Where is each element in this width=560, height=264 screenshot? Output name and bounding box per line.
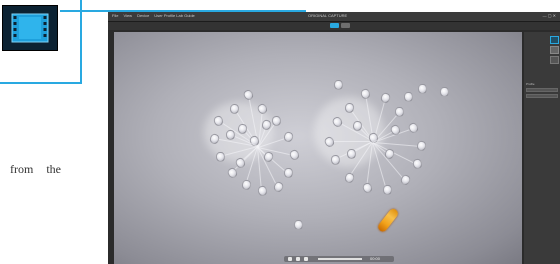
exposure-field[interactable] <box>526 94 558 98</box>
microscope-viewport[interactable]: 00:00 <box>114 32 522 264</box>
organism-zooid <box>404 92 413 102</box>
organism-zooid <box>343 171 356 185</box>
menu-bar: File View Device User Profile Lab Guide … <box>108 12 560 22</box>
play-button[interactable] <box>296 257 300 261</box>
capture-app-window: File View Device User Profile Lab Guide … <box>108 12 560 264</box>
organism-zooid <box>361 181 374 195</box>
toolbar <box>108 22 560 30</box>
window-title: ORIGINAL CAPTURE <box>308 13 348 18</box>
video-record-icon[interactable] <box>550 36 559 44</box>
film-strip-icon <box>2 5 58 51</box>
organism-zooid <box>257 185 268 197</box>
window-controls[interactable]: — ▢ ✕ <box>543 13 556 19</box>
menu-item-view[interactable]: View <box>123 13 132 19</box>
mode-live-button[interactable] <box>330 23 339 28</box>
caption-text: from the <box>10 162 61 176</box>
organism-zooid <box>215 151 226 163</box>
organism-stalk <box>329 141 373 142</box>
organism-zooid <box>394 106 405 118</box>
settings-icon[interactable] <box>550 56 559 64</box>
right-panel: Profile <box>524 32 560 264</box>
organism-zooid <box>225 129 236 141</box>
organism-zooid <box>271 115 282 127</box>
menu-item-device[interactable]: Device <box>137 13 149 19</box>
organism-zooid <box>334 80 343 90</box>
organism-zooid <box>407 121 420 135</box>
forward-button[interactable] <box>304 257 308 261</box>
organism-zooid <box>288 148 301 162</box>
organism-zooid <box>379 91 392 105</box>
zoom-callout-frame <box>0 0 82 84</box>
playback-slider[interactable] <box>318 258 362 260</box>
resolution-field[interactable] <box>526 88 558 92</box>
organism-zooid <box>416 140 427 152</box>
menu-item-file[interactable]: File <box>112 13 118 19</box>
organism-zooid <box>412 158 423 170</box>
larva-specimen <box>376 207 400 234</box>
menu-list: File View Device User Profile Lab Guide <box>112 13 195 19</box>
image-capture-icon[interactable] <box>550 46 559 54</box>
organism-zooid <box>242 88 255 102</box>
organism-zooid <box>346 148 357 160</box>
profile-section-label: Profile <box>526 82 535 86</box>
organism-zooid <box>283 167 294 179</box>
organism-zooid <box>226 166 239 180</box>
menu-item-profile[interactable]: User Profile Lab Guide <box>154 13 194 19</box>
playback-time: 00:00 <box>370 256 381 261</box>
organism-zooid <box>241 179 252 191</box>
mode-capture-button[interactable] <box>341 23 350 28</box>
playback-bar: 00:00 <box>284 256 394 262</box>
organism-zooid <box>282 130 295 144</box>
organism-zooid <box>294 220 303 230</box>
organism-zooid <box>418 84 427 94</box>
rewind-button[interactable] <box>288 257 292 261</box>
organism-zooid <box>382 184 393 196</box>
organism-zooid <box>359 87 372 101</box>
organism-zooid <box>440 87 449 97</box>
